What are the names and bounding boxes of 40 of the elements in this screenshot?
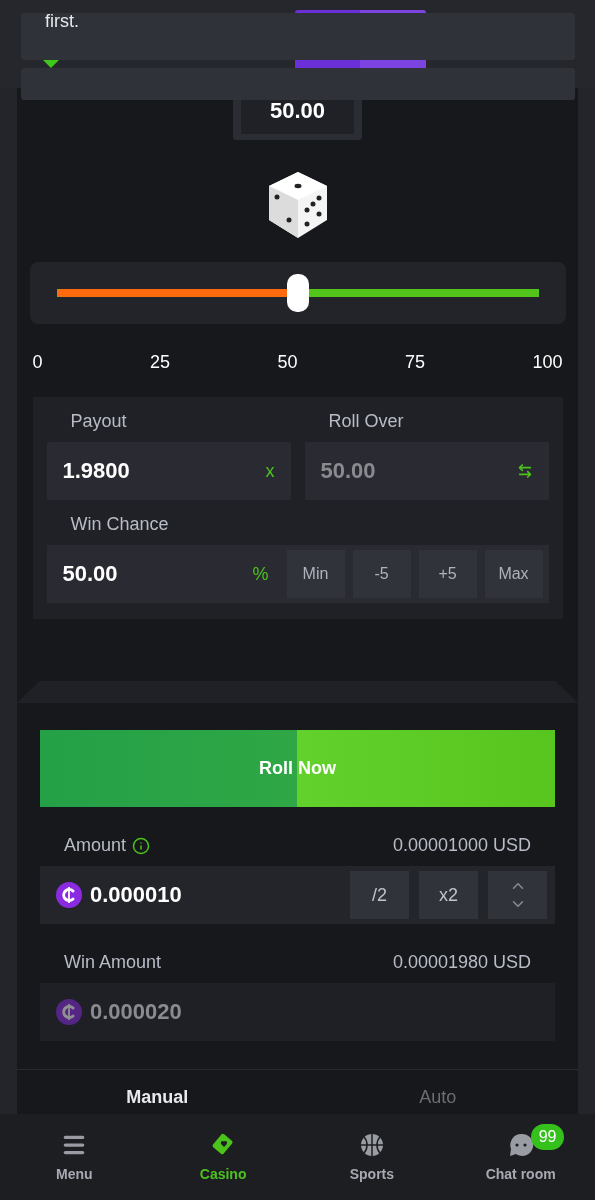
scale-label: 75 xyxy=(404,352,425,373)
nav-item[interactable]: Casino xyxy=(148,1114,298,1200)
swap-icon[interactable] xyxy=(516,463,533,479)
coin-icon xyxy=(56,882,82,908)
scale-label: 50 xyxy=(277,352,298,373)
notice-text: first. xyxy=(45,11,79,31)
win-chance-field[interactable]: 50.00 % Min -5 +5 Max xyxy=(46,545,549,603)
slider-handle[interactable] xyxy=(286,274,309,312)
usd-amount: 0.00001980 USD xyxy=(392,952,531,973)
chance-button[interactable]: Min xyxy=(286,550,345,598)
chance-button[interactable]: Max xyxy=(484,550,543,598)
scale-label: 100 xyxy=(532,352,563,373)
unread-count: 99 xyxy=(530,1124,565,1150)
scale-label: 0 xyxy=(32,352,43,373)
amount-button[interactable]: /2 xyxy=(350,871,409,919)
multiplier-sign: x xyxy=(265,460,275,482)
scale-label: 25 xyxy=(149,352,170,373)
nav-item[interactable]: Chat room 99 xyxy=(446,1114,595,1200)
basketball-icon xyxy=(358,1132,385,1158)
coin-icon xyxy=(56,999,82,1025)
amount-label: Amount xyxy=(64,835,127,856)
chance-button[interactable]: +5 xyxy=(418,550,477,598)
roll-over-label: Roll Over xyxy=(327,411,405,432)
payout-field[interactable]: 1.9800 x xyxy=(46,442,291,500)
win-amount-label: Win Amount xyxy=(64,952,162,973)
usd-amount: 0.00001000 USD xyxy=(392,835,531,856)
percent-sign: % xyxy=(252,563,269,585)
nav-item[interactable]: Menu xyxy=(0,1114,149,1200)
payout-label: Payout xyxy=(69,411,128,432)
win-amount-field: 0.000020 xyxy=(40,983,555,1041)
amount-button[interactable]: x2 xyxy=(419,871,478,919)
info-icon[interactable] xyxy=(132,836,151,855)
chat-icon xyxy=(507,1132,534,1158)
win-chance-label: Win Chance xyxy=(69,514,170,535)
roll-over-field[interactable]: 50.00 xyxy=(304,442,549,500)
mode-tab[interactable]: Manual xyxy=(17,1086,298,1109)
nav-item[interactable]: Sports xyxy=(297,1114,447,1200)
chance-button[interactable]: -5 xyxy=(352,550,411,598)
dice-icon xyxy=(266,170,329,240)
amount-field[interactable]: 0.000010 /2 x2 xyxy=(40,866,555,924)
